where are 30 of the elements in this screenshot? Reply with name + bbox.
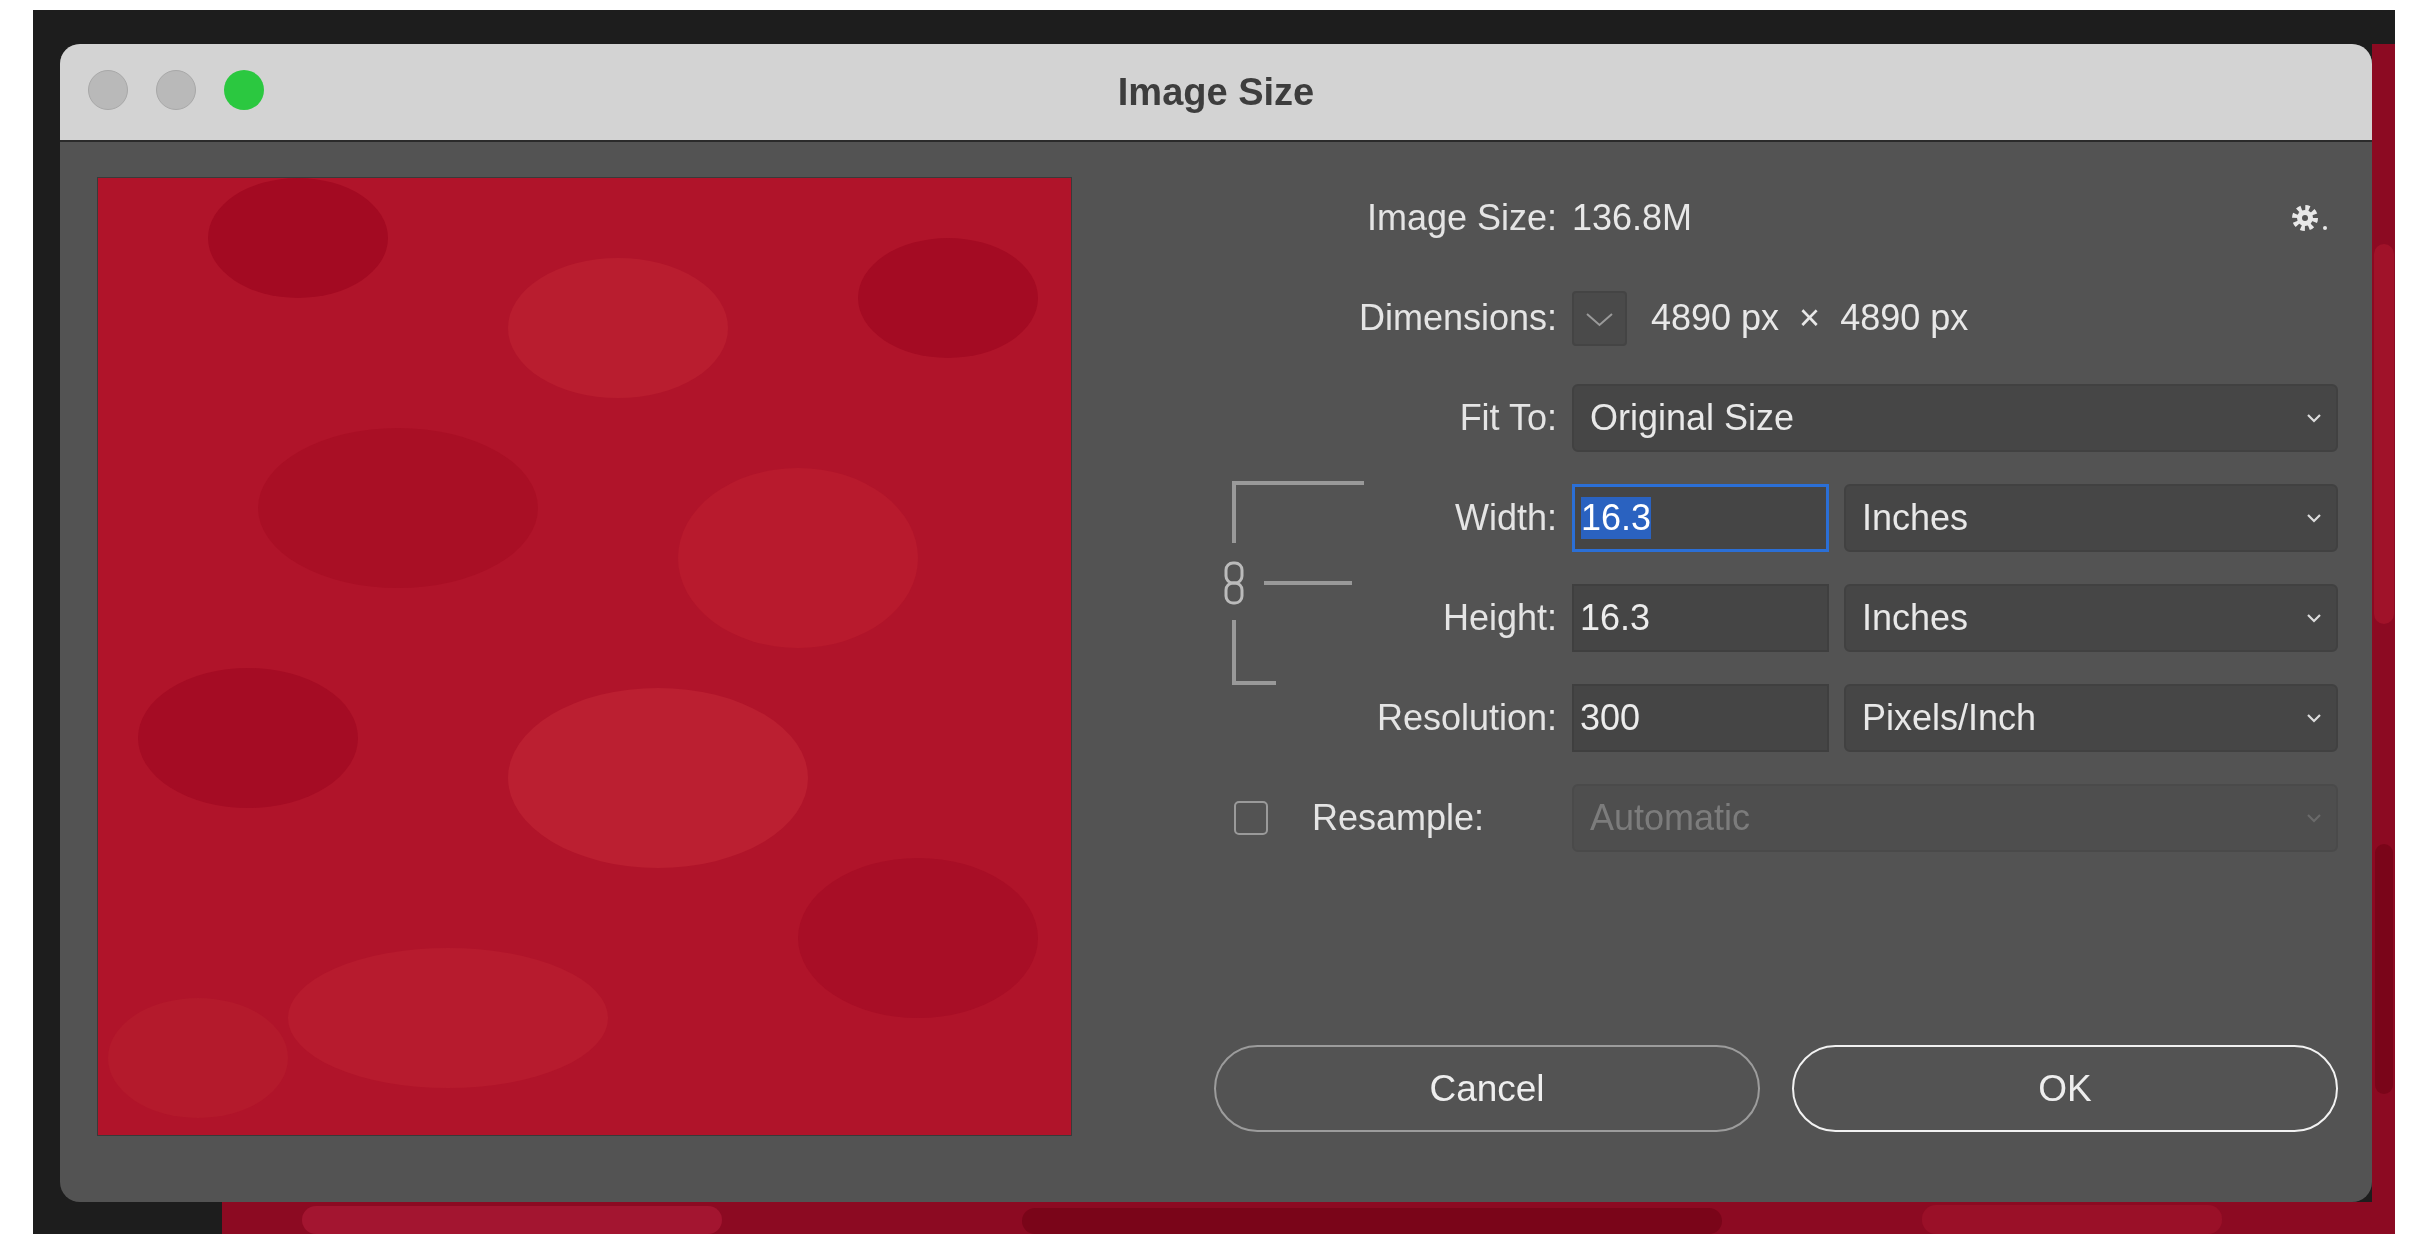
chevron-down-icon bbox=[2306, 713, 2322, 723]
link-icon[interactable] bbox=[1224, 561, 1244, 605]
input-field[interactable]: 16.3 bbox=[1572, 484, 1829, 552]
zoom-button[interactable] bbox=[224, 70, 264, 110]
ok-button[interactable]: OK bbox=[1792, 1045, 2338, 1132]
unit-select[interactable]: Inches bbox=[1844, 584, 2338, 652]
input-field[interactable]: 300 bbox=[1572, 684, 1829, 752]
image-size-value: 136.8M bbox=[1572, 197, 1693, 239]
fit-to-label: Fit To: bbox=[1459, 397, 1557, 439]
image-size-label: Image Size: bbox=[1366, 197, 1557, 239]
resample-label: Resample: bbox=[1312, 797, 1485, 839]
settings-icon[interactable] bbox=[2290, 203, 2330, 233]
close-button[interactable] bbox=[88, 70, 128, 110]
field-label: Resolution: bbox=[1376, 697, 1557, 739]
minimize-button[interactable] bbox=[156, 70, 196, 110]
window-title: Image Size bbox=[1117, 70, 1315, 114]
field-label: Width: bbox=[1454, 497, 1557, 539]
chevron-down-icon bbox=[2306, 813, 2322, 823]
cancel-button[interactable]: Cancel bbox=[1214, 1045, 1760, 1132]
unit-select[interactable]: Pixels/Inch bbox=[1844, 684, 2338, 752]
fit-to-select[interactable]: Original Size bbox=[1572, 384, 2338, 452]
input-field[interactable]: 16.3 bbox=[1572, 584, 1829, 652]
chevron-down-icon bbox=[2306, 513, 2322, 523]
field-label: Height: bbox=[1442, 597, 1557, 639]
dimensions-value: 4890 px × 4890 px bbox=[1651, 297, 1969, 339]
chevron-down-icon bbox=[2306, 613, 2322, 623]
dimensions-label: Dimensions: bbox=[1358, 297, 1557, 339]
unit-select[interactable]: Inches bbox=[1844, 484, 2338, 552]
chevron-down-icon bbox=[2306, 413, 2322, 423]
dropdown-button[interactable] bbox=[1572, 290, 1627, 346]
